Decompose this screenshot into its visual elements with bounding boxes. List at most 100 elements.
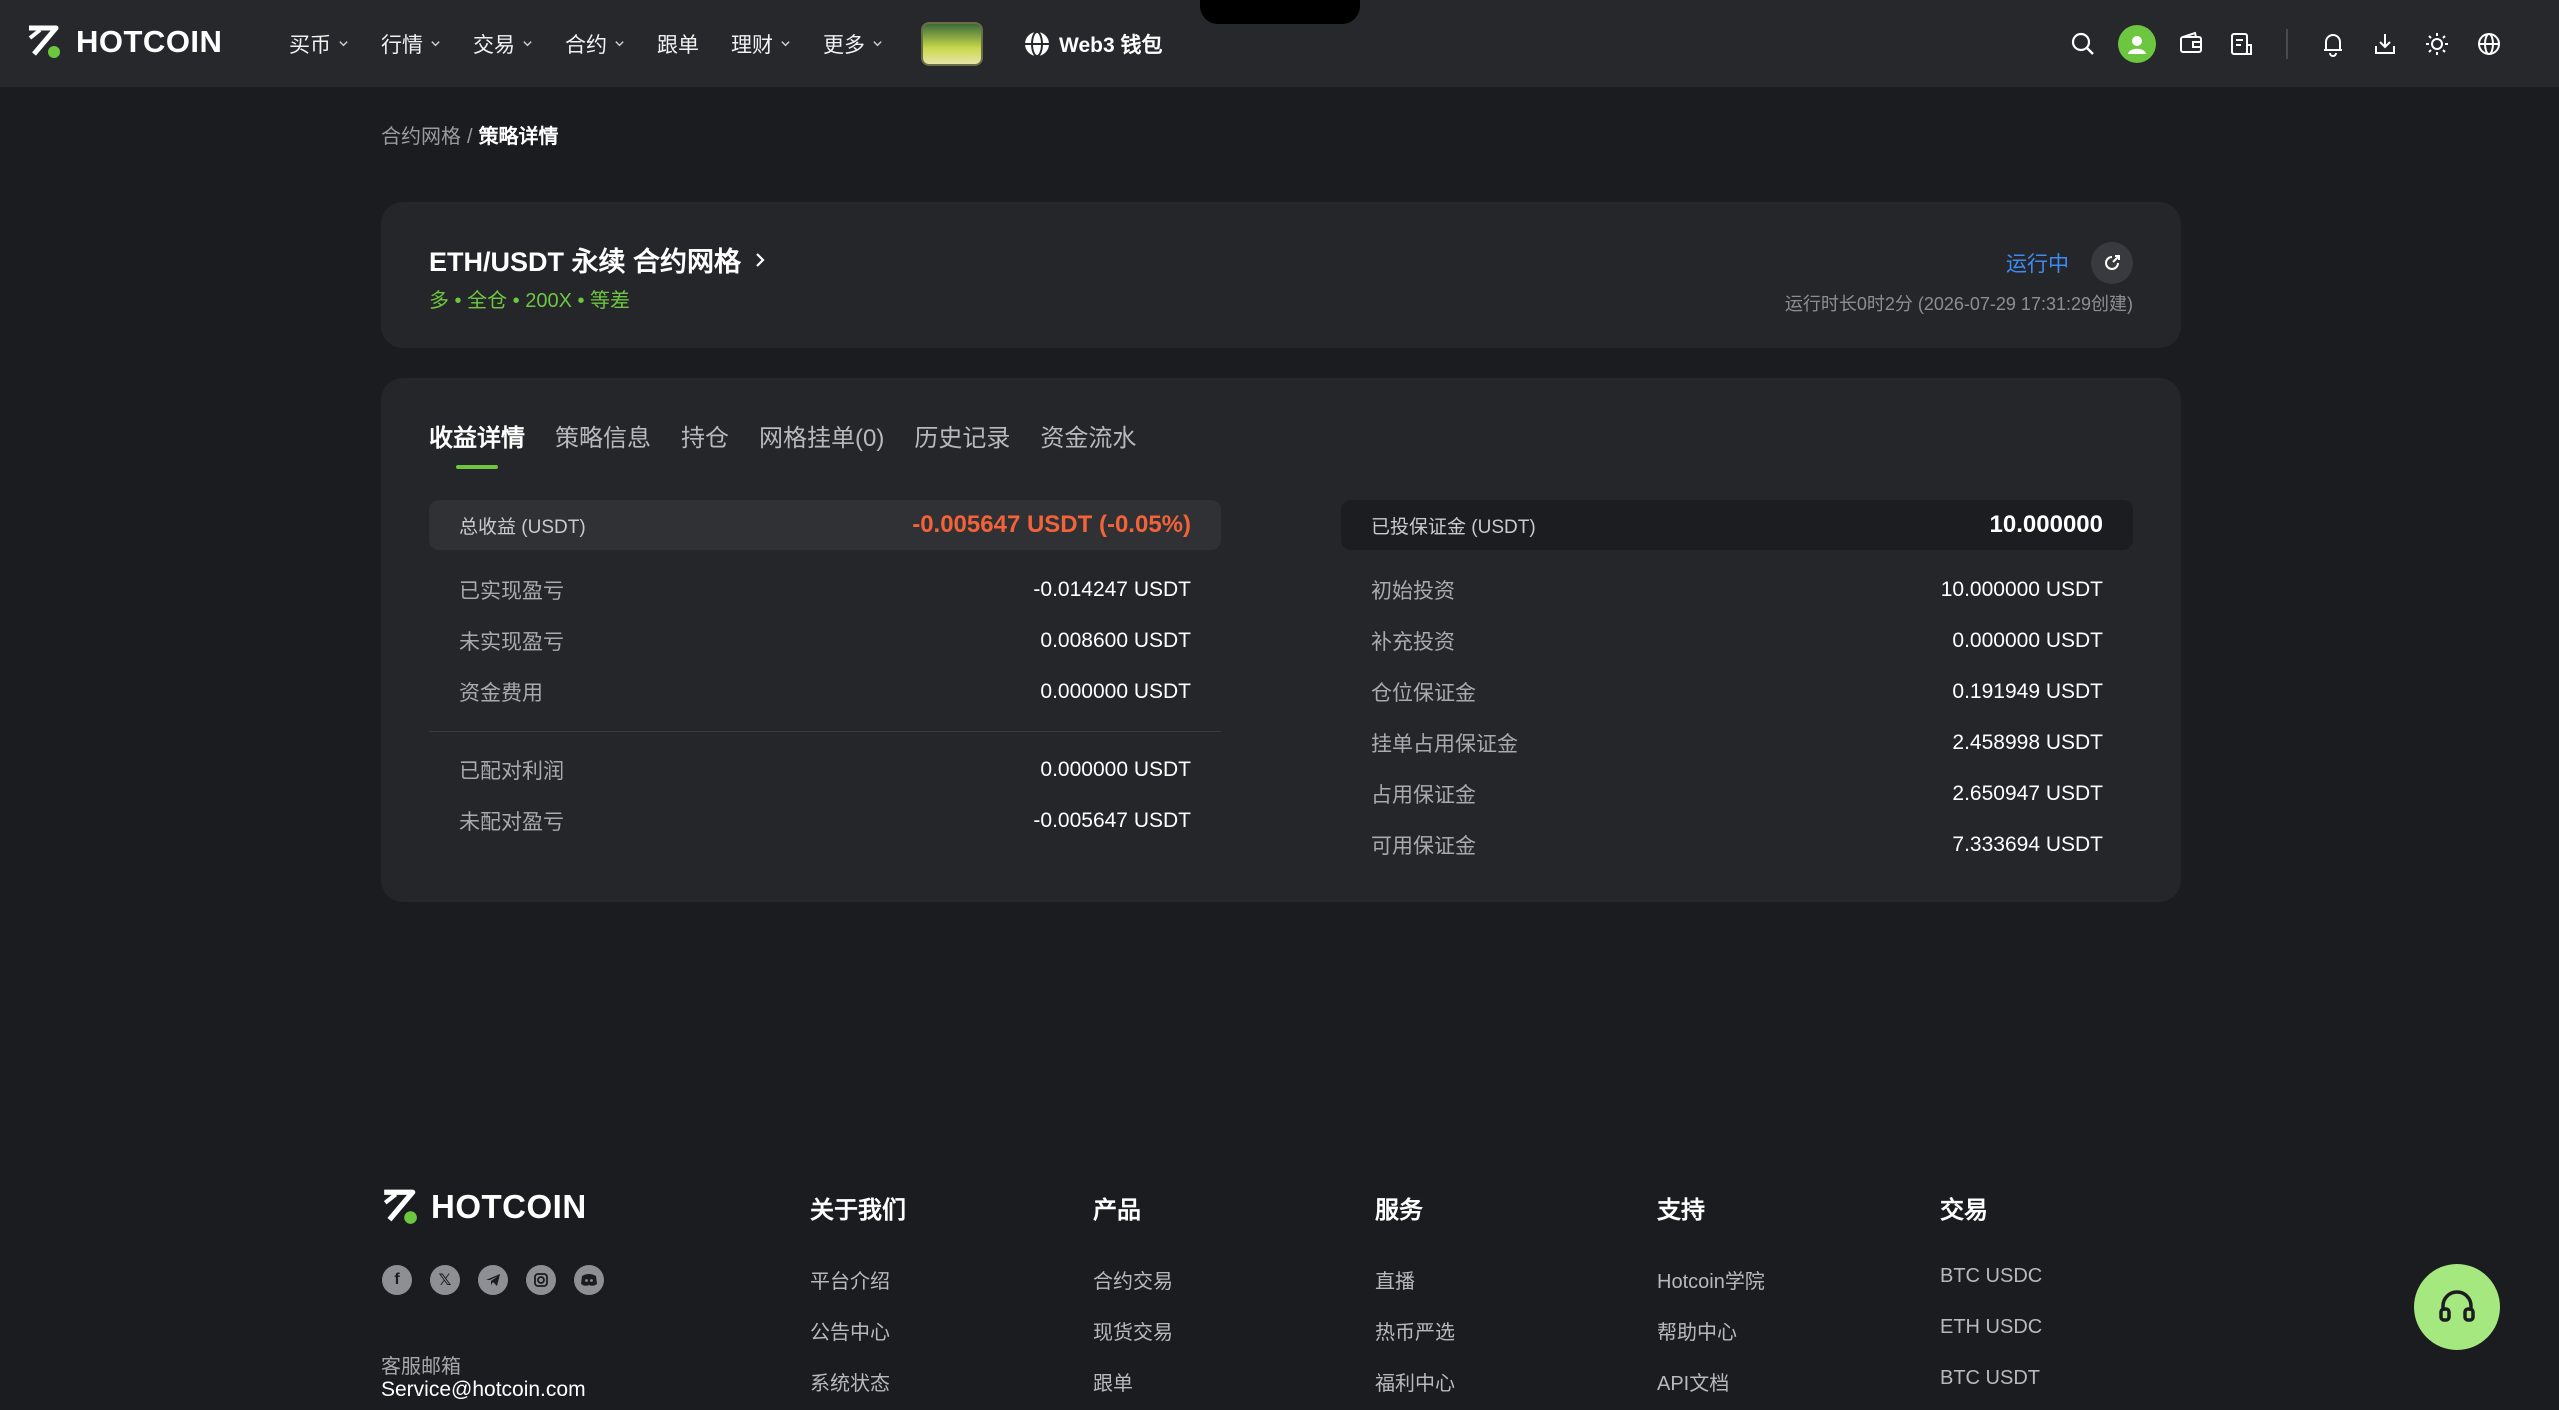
footer-link[interactable]: 热币严选 — [1375, 1316, 1455, 1367]
footer-column-title: 交易 — [1940, 1197, 1988, 1224]
nav-label: 跟单 — [657, 33, 699, 57]
chevron-down-icon — [873, 41, 882, 47]
footer-link[interactable]: BTC USDT — [1940, 1367, 2042, 1410]
nav-trade[interactable]: 交易 — [473, 29, 533, 59]
chevron-right-icon — [756, 252, 765, 267]
margin-rows: 初始投资 10.000000 USDT 补充投资 0.000000 USDT 仓… — [1341, 564, 2133, 870]
footer-logo-text: HOTCOIN — [431, 1188, 587, 1225]
nav-label: 交易 — [473, 33, 515, 57]
footer-column-title: 产品 — [1093, 1197, 1141, 1224]
camera-notch — [1200, 0, 1360, 24]
breadcrumb-current: 策略详情 — [478, 126, 559, 148]
margin-panel: 已投保证金 (USDT) 10.000000 初始投资 10.000000 US… — [1341, 500, 2133, 870]
search-icon[interactable] — [2068, 29, 2098, 59]
strategy-title: ETH/USDT 永续 合约网格 — [429, 247, 742, 277]
wallet-icon[interactable] — [2176, 29, 2206, 59]
footer-link[interactable]: 帮助中心 — [1657, 1316, 1765, 1367]
row-value: 2.650947 USDT — [1952, 781, 2103, 805]
facebook-icon[interactable]: f — [382, 1265, 412, 1295]
footer-link[interactable]: Hotcoin学院 — [1657, 1265, 1765, 1316]
tab-strategy-info[interactable]: 策略信息 — [555, 418, 651, 469]
runtime-text: 运行时长0时2分 (2026-07-29 17:31:29创建) — [1784, 294, 2133, 314]
profit-panel: 总收益 (USDT) -0.005647 USDT (-0.05%) 已实现盈亏… — [429, 500, 1221, 846]
list-item: 资金费用 0.000000 USDT — [459, 666, 1191, 717]
footer-link[interactable]: 合约交易 — [1093, 1265, 1173, 1316]
detail-tabs: 收益详情 策略信息 持仓 网格挂单(0) 历史记录 资金流水 — [429, 418, 1136, 469]
footer-link[interactable]: 直播 — [1375, 1265, 1455, 1316]
breadcrumb: 合约网格 / 策略详情 — [381, 120, 559, 149]
share-button[interactable] — [2091, 242, 2133, 284]
nav-web3-wallet[interactable]: Web3 钱包 — [1023, 29, 1162, 59]
nav-markets[interactable]: 行情 — [381, 29, 441, 59]
list-item: 仓位保证金 0.191949 USDT — [1371, 666, 2103, 717]
contact-email-link[interactable]: Service@hotcoin.com — [381, 1378, 586, 1402]
strategy-summary-card: ETH/USDT 永续 合约网格 多 • 全仓 • 200X • 等差 运行中 … — [381, 202, 2181, 348]
tab-history[interactable]: 历史记录 — [914, 418, 1010, 469]
row-label: 仓位保证金 — [1371, 681, 1476, 705]
total-profit-value: -0.005647 USDT (-0.05%) — [912, 511, 1191, 538]
instagram-icon[interactable] — [526, 1265, 556, 1295]
strategy-title-link[interactable]: ETH/USDT 永续 合约网格 — [429, 240, 767, 279]
nav-copy-trading[interactable]: 跟单 — [657, 29, 699, 59]
row-value: 0.000000 USDT — [1040, 757, 1191, 781]
footer-link[interactable]: 福利中心 — [1375, 1367, 1455, 1410]
promo-banner-image[interactable] — [921, 21, 983, 66]
row-label: 未配对盈亏 — [459, 810, 564, 834]
nav-futures[interactable]: 合约 — [565, 29, 625, 59]
x-icon[interactable]: 𝕏 — [430, 1265, 460, 1295]
status-badge: 运行中 — [2006, 253, 2069, 276]
customer-support-button[interactable] — [2414, 1264, 2500, 1350]
orders-icon[interactable] — [2226, 29, 2256, 59]
globe-icon[interactable] — [2474, 29, 2504, 59]
list-item: 挂单占用保证金 2.458998 USDT — [1371, 717, 2103, 768]
footer-link[interactable]: 平台介绍 — [810, 1265, 906, 1316]
row-value: 0.191949 USDT — [1952, 679, 2103, 703]
nav-earn[interactable]: 理财 — [731, 29, 791, 59]
row-label: 可用保证金 — [1371, 834, 1476, 858]
footer-link[interactable]: ETH USDC — [1940, 1316, 2042, 1367]
total-profit-label: 总收益 (USDT) — [459, 516, 586, 538]
strategy-detail-card: 收益详情 策略信息 持仓 网格挂单(0) 历史记录 资金流水 总收益 (USDT… — [381, 378, 2181, 902]
tab-grid-orders[interactable]: 网格挂单(0) — [759, 418, 884, 469]
footer-column-title: 关于我们 — [810, 1197, 906, 1224]
bell-icon[interactable] — [2318, 29, 2348, 59]
chevron-down-icon — [523, 41, 532, 47]
theme-toggle-icon[interactable] — [2422, 29, 2452, 59]
footer-link[interactable]: BTC USDC — [1940, 1265, 2042, 1316]
share-icon — [2105, 255, 2120, 270]
footer-link[interactable]: API文档 — [1657, 1367, 1765, 1410]
discord-icon[interactable] — [574, 1265, 604, 1295]
nav-label: 合约 — [565, 33, 607, 57]
download-icon[interactable] — [2370, 29, 2400, 59]
top-navigation-bar: HOTCOIN 买币 行情 交易 合约 跟单 理财 更多 Web3 钱包 — [0, 0, 2559, 87]
nav-label: 理财 — [731, 33, 773, 57]
telegram-icon[interactable] — [478, 1265, 508, 1295]
chevron-down-icon — [431, 41, 440, 47]
nav-label: 更多 — [823, 33, 865, 57]
tab-positions[interactable]: 持仓 — [681, 418, 729, 469]
tab-fund-flow[interactable]: 资金流水 — [1040, 418, 1136, 469]
footer-link[interactable]: 公告中心 — [810, 1316, 906, 1367]
list-item: 未配对盈亏 -0.005647 USDT — [459, 795, 1191, 846]
invested-margin-row: 已投保证金 (USDT) 10.000000 — [1341, 500, 2133, 550]
footer-link[interactable]: 现货交易 — [1093, 1316, 1173, 1367]
nav-buy-crypto[interactable]: 买币 — [289, 29, 349, 59]
breadcrumb-parent-link[interactable]: 合约网格 — [381, 126, 461, 148]
tab-profit-details[interactable]: 收益详情 — [429, 418, 525, 469]
pairing-rows: 已配对利润 0.000000 USDT 未配对盈亏 -0.005647 USDT — [429, 744, 1221, 846]
nav-more[interactable]: 更多 — [823, 29, 883, 59]
total-profit-row: 总收益 (USDT) -0.005647 USDT (-0.05%) — [429, 500, 1221, 550]
footer-link[interactable]: 系统状态 — [810, 1367, 906, 1410]
footer-column-title: 支持 — [1657, 1197, 1705, 1224]
hotcoin-logo[interactable]: HOTCOIN — [26, 24, 222, 60]
chevron-down-icon — [781, 41, 790, 47]
main-nav: 买币 行情 交易 合约 跟单 理财 更多 Web3 钱包 — [289, 0, 1162, 87]
footer-link[interactable]: 跟单 — [1093, 1367, 1173, 1410]
list-item: 补充投资 0.000000 USDT — [1371, 615, 2103, 666]
row-label: 已配对利润 — [459, 759, 564, 783]
row-label: 已实现盈亏 — [459, 579, 564, 603]
invested-margin-label: 已投保证金 (USDT) — [1371, 516, 1536, 538]
footer-logo[interactable]: HOTCOIN — [381, 1188, 587, 1226]
hotcoin-logo-icon — [383, 1189, 417, 1224]
avatar[interactable] — [2118, 24, 2156, 63]
